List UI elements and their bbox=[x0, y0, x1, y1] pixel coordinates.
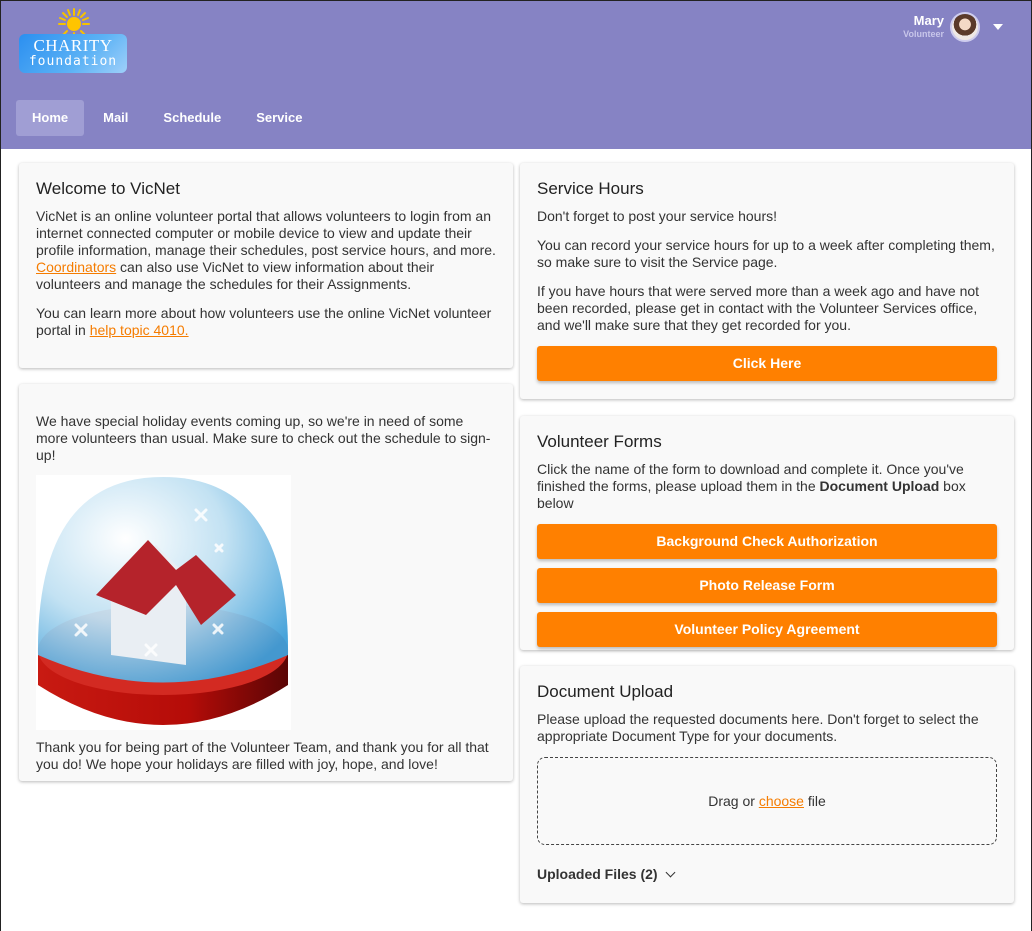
welcome-paragraph-2: You can learn more about how volunteers … bbox=[36, 305, 496, 339]
nav-tab-home[interactable]: Home bbox=[16, 100, 85, 136]
nav-tab-schedule[interactable]: Schedule bbox=[147, 100, 237, 136]
document-upload-description: Please upload the requested documents he… bbox=[537, 711, 979, 744]
welcome-intro-text: VicNet is an online volunteer portal tha… bbox=[36, 208, 496, 258]
user-role: Volunteer bbox=[903, 29, 944, 39]
main-nav: Home Mail Schedule Service bbox=[16, 100, 321, 136]
snow-globe-image bbox=[36, 475, 291, 730]
service-hours-paragraph-2: You can record your service hours for up… bbox=[537, 237, 995, 270]
volunteer-forms-description: Click the name of the form to download a… bbox=[537, 461, 997, 512]
uploaded-files-toggle[interactable]: Uploaded Files (2) bbox=[537, 866, 997, 883]
nav-tab-service[interactable]: Service bbox=[240, 100, 318, 136]
logo-text-foundation: foundation bbox=[28, 54, 118, 69]
volunteer-forms-title: Volunteer Forms bbox=[537, 432, 662, 451]
service-hours-title: Service Hours bbox=[537, 179, 644, 198]
holiday-paragraph-2: Thank you for being part of the Voluntee… bbox=[36, 739, 489, 772]
document-upload-card: Document Upload Please upload the reques… bbox=[520, 666, 1014, 903]
caret-down-icon[interactable] bbox=[993, 24, 1003, 30]
nav-tab-mail[interactable]: Mail bbox=[87, 100, 144, 136]
choose-file-link[interactable]: choose bbox=[759, 793, 804, 809]
avatar[interactable] bbox=[950, 12, 980, 42]
user-menu[interactable]: Mary Volunteer bbox=[903, 12, 1003, 42]
coordinators-link[interactable]: Coordinators bbox=[36, 259, 116, 275]
volunteer-policy-button[interactable]: Volunteer Policy Agreement bbox=[537, 612, 997, 647]
user-name: Mary bbox=[913, 13, 944, 28]
welcome-paragraph-1: VicNet is an online volunteer portal tha… bbox=[36, 208, 496, 293]
help-topic-link[interactable]: help topic 4010. bbox=[90, 322, 189, 338]
logo-text-charity: CHARITY bbox=[33, 36, 113, 55]
forms-desc-bold: Document Upload bbox=[819, 478, 940, 494]
service-hours-paragraph-3: If you have hours that were served more … bbox=[537, 283, 980, 333]
welcome-title: Welcome to VicNet bbox=[36, 179, 180, 198]
dropzone-text: Drag or choose file bbox=[708, 793, 826, 810]
document-upload-title: Document Upload bbox=[537, 682, 674, 701]
click-here-button[interactable]: Click Here bbox=[537, 346, 997, 381]
welcome-card: Welcome to VicNet VicNet is an online vo… bbox=[19, 163, 513, 368]
user-info: Mary Volunteer bbox=[903, 13, 944, 41]
page-frame: CHARITY foundation Mary Volunteer Home M… bbox=[0, 0, 1032, 931]
file-dropzone[interactable]: Drag or choose file bbox=[537, 757, 997, 845]
holiday-card: We have special holiday events coming up… bbox=[19, 384, 513, 781]
app-header: CHARITY foundation Mary Volunteer Home M… bbox=[1, 1, 1031, 149]
holiday-paragraph-1: We have special holiday events coming up… bbox=[36, 413, 491, 463]
photo-release-button[interactable]: Photo Release Form bbox=[537, 568, 997, 603]
service-hours-paragraph-1: Don't forget to post your service hours! bbox=[537, 208, 778, 224]
snow-globe-illustration bbox=[37, 477, 289, 725]
drag-text: Drag or bbox=[708, 792, 759, 809]
chevron-down-icon bbox=[665, 867, 676, 878]
service-hours-card: Service Hours Don't forget to post your … bbox=[520, 163, 1014, 399]
volunteer-forms-card: Volunteer Forms Click the name of the fo… bbox=[520, 416, 1014, 650]
file-text: file bbox=[803, 792, 826, 809]
background-check-button[interactable]: Background Check Authorization bbox=[537, 524, 997, 559]
uploaded-files-label: Uploaded Files (2) bbox=[537, 866, 658, 882]
charity-foundation-logo[interactable]: CHARITY foundation bbox=[19, 7, 129, 75]
